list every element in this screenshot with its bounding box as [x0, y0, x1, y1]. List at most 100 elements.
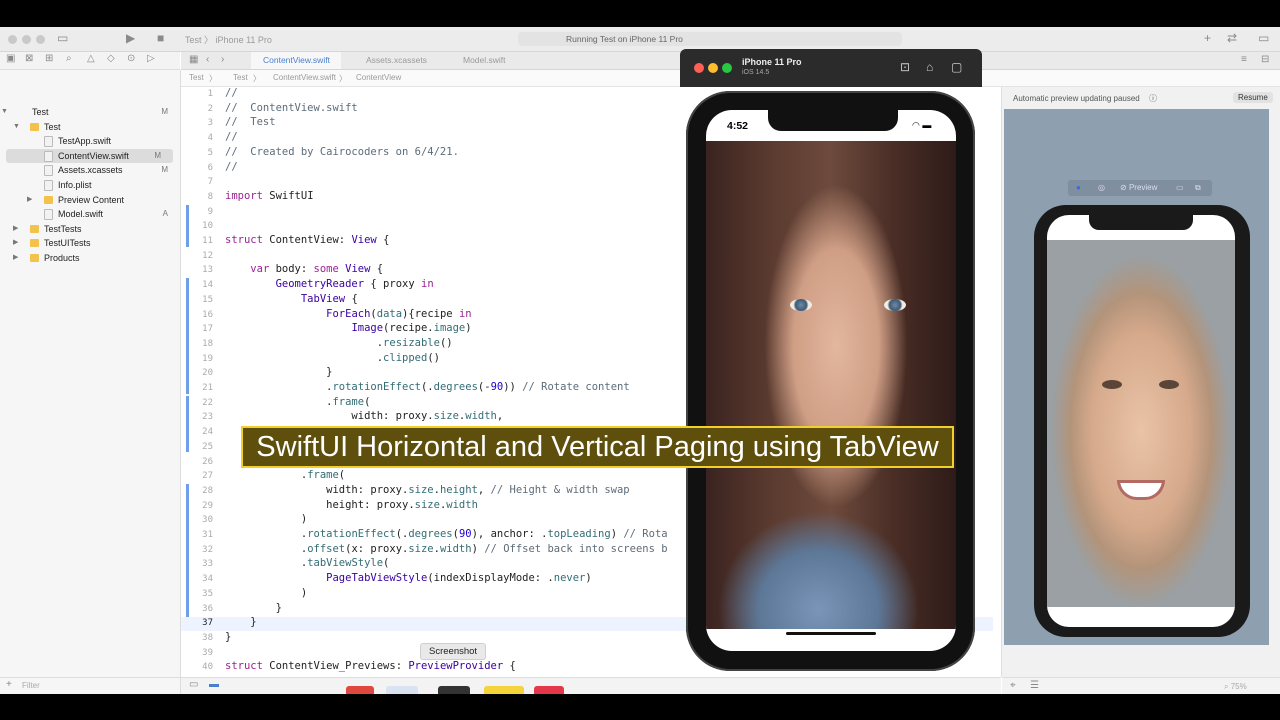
- back-icon[interactable]: ‹: [206, 54, 209, 65]
- screenshot-icon[interactable]: ⊡: [900, 60, 910, 74]
- code-line[interactable]: Image(recipe.image): [225, 322, 471, 334]
- minimize-window-button[interactable]: [22, 35, 31, 44]
- split-editor-icon[interactable]: ⊟: [1261, 54, 1269, 65]
- dock-app-icon[interactable]: [484, 686, 524, 694]
- disclosure-closed-icon[interactable]: ▶: [13, 236, 18, 250]
- symbol-icon[interactable]: ⊞: [45, 53, 53, 64]
- dock-app-icon[interactable]: [534, 686, 564, 694]
- device-settings-icon[interactable]: ▭: [1176, 183, 1184, 192]
- navigator-item[interactable]: Assets.xcassets M: [0, 163, 180, 177]
- dock-app-icon[interactable]: [386, 686, 418, 694]
- jumpbar-item[interactable]: Test: [233, 73, 248, 82]
- test-icon[interactable]: ◇: [107, 53, 115, 64]
- code-line[interactable]: .offset(x: proxy.size.width) // Offset b…: [225, 543, 668, 555]
- duplicate-icon[interactable]: ⧉: [1195, 183, 1201, 193]
- jumpbar-item[interactable]: ContentView.swift: [273, 73, 336, 82]
- breakpoints-toggle-icon[interactable]: ▬: [209, 679, 219, 690]
- code-line[interactable]: struct ContentView: View {: [225, 234, 389, 246]
- editor-options-icon[interactable]: ≡: [1241, 54, 1247, 65]
- source-control-icon[interactable]: ⊠: [25, 53, 33, 64]
- code-line[interactable]: .frame(: [225, 469, 345, 481]
- list-icon[interactable]: ☰: [1030, 680, 1039, 691]
- disclosure-closed-icon[interactable]: ▶: [13, 222, 18, 236]
- code-line[interactable]: // Test: [225, 116, 276, 128]
- code-line[interactable]: // ContentView.swift: [225, 102, 358, 114]
- forward-icon[interactable]: ›: [221, 54, 224, 65]
- code-line[interactable]: }: [225, 631, 231, 643]
- code-line[interactable]: struct ContentView_Previews: PreviewProv…: [225, 660, 516, 672]
- home-indicator[interactable]: [786, 632, 876, 635]
- jumpbar-item[interactable]: Test: [189, 73, 204, 82]
- code-line[interactable]: TabView {: [225, 293, 358, 305]
- navigator-item[interactable]: ▶ Products: [0, 251, 180, 265]
- inspect-icon[interactable]: ◎: [1098, 183, 1105, 192]
- navigator-item[interactable]: ▼ Test M: [0, 105, 180, 119]
- search-icon[interactable]: ⌕: [66, 53, 72, 64]
- tab-contentview[interactable]: ContentView.swift: [251, 52, 341, 69]
- navigator-item[interactable]: TestApp.swift: [0, 134, 180, 148]
- navigator-item[interactable]: ▶ TestTests: [0, 222, 180, 236]
- run-icon[interactable]: ▶: [126, 31, 135, 45]
- code-line[interactable]: var body: some View {: [225, 263, 383, 275]
- code-line[interactable]: width: proxy.size.width,: [225, 410, 503, 422]
- tab-model[interactable]: Model.swift: [451, 52, 541, 69]
- add-icon[interactable]: +: [1204, 31, 1211, 45]
- disclosure-open-icon[interactable]: ▼: [13, 120, 20, 134]
- disclosure-open-icon[interactable]: ▼: [1, 105, 8, 119]
- disclosure-closed-icon[interactable]: ▶: [27, 193, 32, 207]
- issue-icon[interactable]: △: [87, 53, 95, 64]
- tab-assets[interactable]: Assets.xcassets: [354, 52, 444, 69]
- code-line[interactable]: width: proxy.size.height, // Height & wi…: [225, 484, 629, 496]
- navigator-item[interactable]: ▼ Test: [0, 120, 180, 134]
- related-items-icon[interactable]: ▦: [189, 54, 198, 65]
- simulator-screen[interactable]: 4:52 ◠ ▬: [706, 110, 956, 651]
- info-icon[interactable]: ⓘ: [1149, 93, 1157, 104]
- preview-button[interactable]: ⊘ Preview: [1120, 183, 1157, 192]
- close-window-button[interactable]: [8, 35, 17, 44]
- code-line[interactable]: //: [225, 131, 238, 143]
- add-file-icon[interactable]: +: [6, 679, 12, 690]
- code-line[interactable]: .clipped(): [225, 352, 440, 364]
- code-line[interactable]: .rotationEffect(.degrees(-90)) // Rotate…: [225, 381, 630, 393]
- code-line[interactable]: PageTabViewStyle(indexDisplayMode: .neve…: [225, 572, 592, 584]
- folder-icon[interactable]: ▣: [6, 53, 15, 64]
- code-line[interactable]: height: proxy.size.width: [225, 499, 478, 511]
- debug-icon[interactable]: ⊙: [127, 53, 135, 64]
- code-line[interactable]: }: [225, 616, 256, 628]
- code-line[interactable]: .rotationEffect(.degrees(90), anchor: .t…: [225, 528, 668, 540]
- inspector-toggle-icon[interactable]: ▭: [1258, 31, 1269, 45]
- pin-icon[interactable]: ⌖: [1010, 680, 1016, 691]
- scheme-selector[interactable]: Test 〉 iPhone 11 Pro: [185, 33, 272, 46]
- code-line[interactable]: //: [225, 161, 238, 173]
- simulator-zoom-button[interactable]: [722, 63, 732, 73]
- code-line[interactable]: //: [225, 87, 238, 99]
- navigator-item[interactable]: Model.swift A: [0, 207, 180, 221]
- console-toggle-icon[interactable]: ▭: [189, 679, 198, 690]
- code-line[interactable]: }: [225, 366, 332, 378]
- sidebar-toggle-icon[interactable]: ▭: [57, 31, 68, 45]
- zoom-level[interactable]: ⌕ 75%: [1224, 682, 1247, 692]
- code-line[interactable]: GeometryReader { proxy in: [225, 278, 434, 290]
- code-line[interactable]: .resizable(): [225, 337, 453, 349]
- simulator-close-button[interactable]: [694, 63, 704, 73]
- code-line[interactable]: ): [225, 513, 307, 525]
- breakpoint-icon[interactable]: ▷: [147, 53, 155, 64]
- dock-app-icon[interactable]: [438, 686, 470, 694]
- filter-input[interactable]: Filter: [22, 681, 40, 690]
- navigator-item[interactable]: ▶ Preview Content: [0, 193, 180, 207]
- code-line[interactable]: }: [225, 602, 282, 614]
- navigator-item[interactable]: Info.plist: [0, 178, 180, 192]
- resume-button[interactable]: Resume: [1233, 92, 1273, 103]
- code-line[interactable]: import SwiftUI: [225, 190, 314, 202]
- stop-icon[interactable]: ■: [157, 31, 164, 45]
- page-photo[interactable]: [706, 141, 956, 629]
- code-line[interactable]: // Created by Cairocoders on 6/4/21.: [225, 146, 459, 158]
- zoom-window-button[interactable]: [36, 35, 45, 44]
- navigator-item[interactable]: ContentView.swift M: [6, 148, 173, 163]
- code-line[interactable]: ForEach(data){recipe in: [225, 308, 471, 320]
- code-line[interactable]: .frame(: [225, 396, 370, 408]
- simulator-minimize-button[interactable]: [708, 63, 718, 73]
- code-line[interactable]: .tabViewStyle(: [225, 557, 390, 569]
- jumpbar-item[interactable]: ContentView: [356, 73, 401, 82]
- home-icon[interactable]: ⌂: [926, 60, 933, 74]
